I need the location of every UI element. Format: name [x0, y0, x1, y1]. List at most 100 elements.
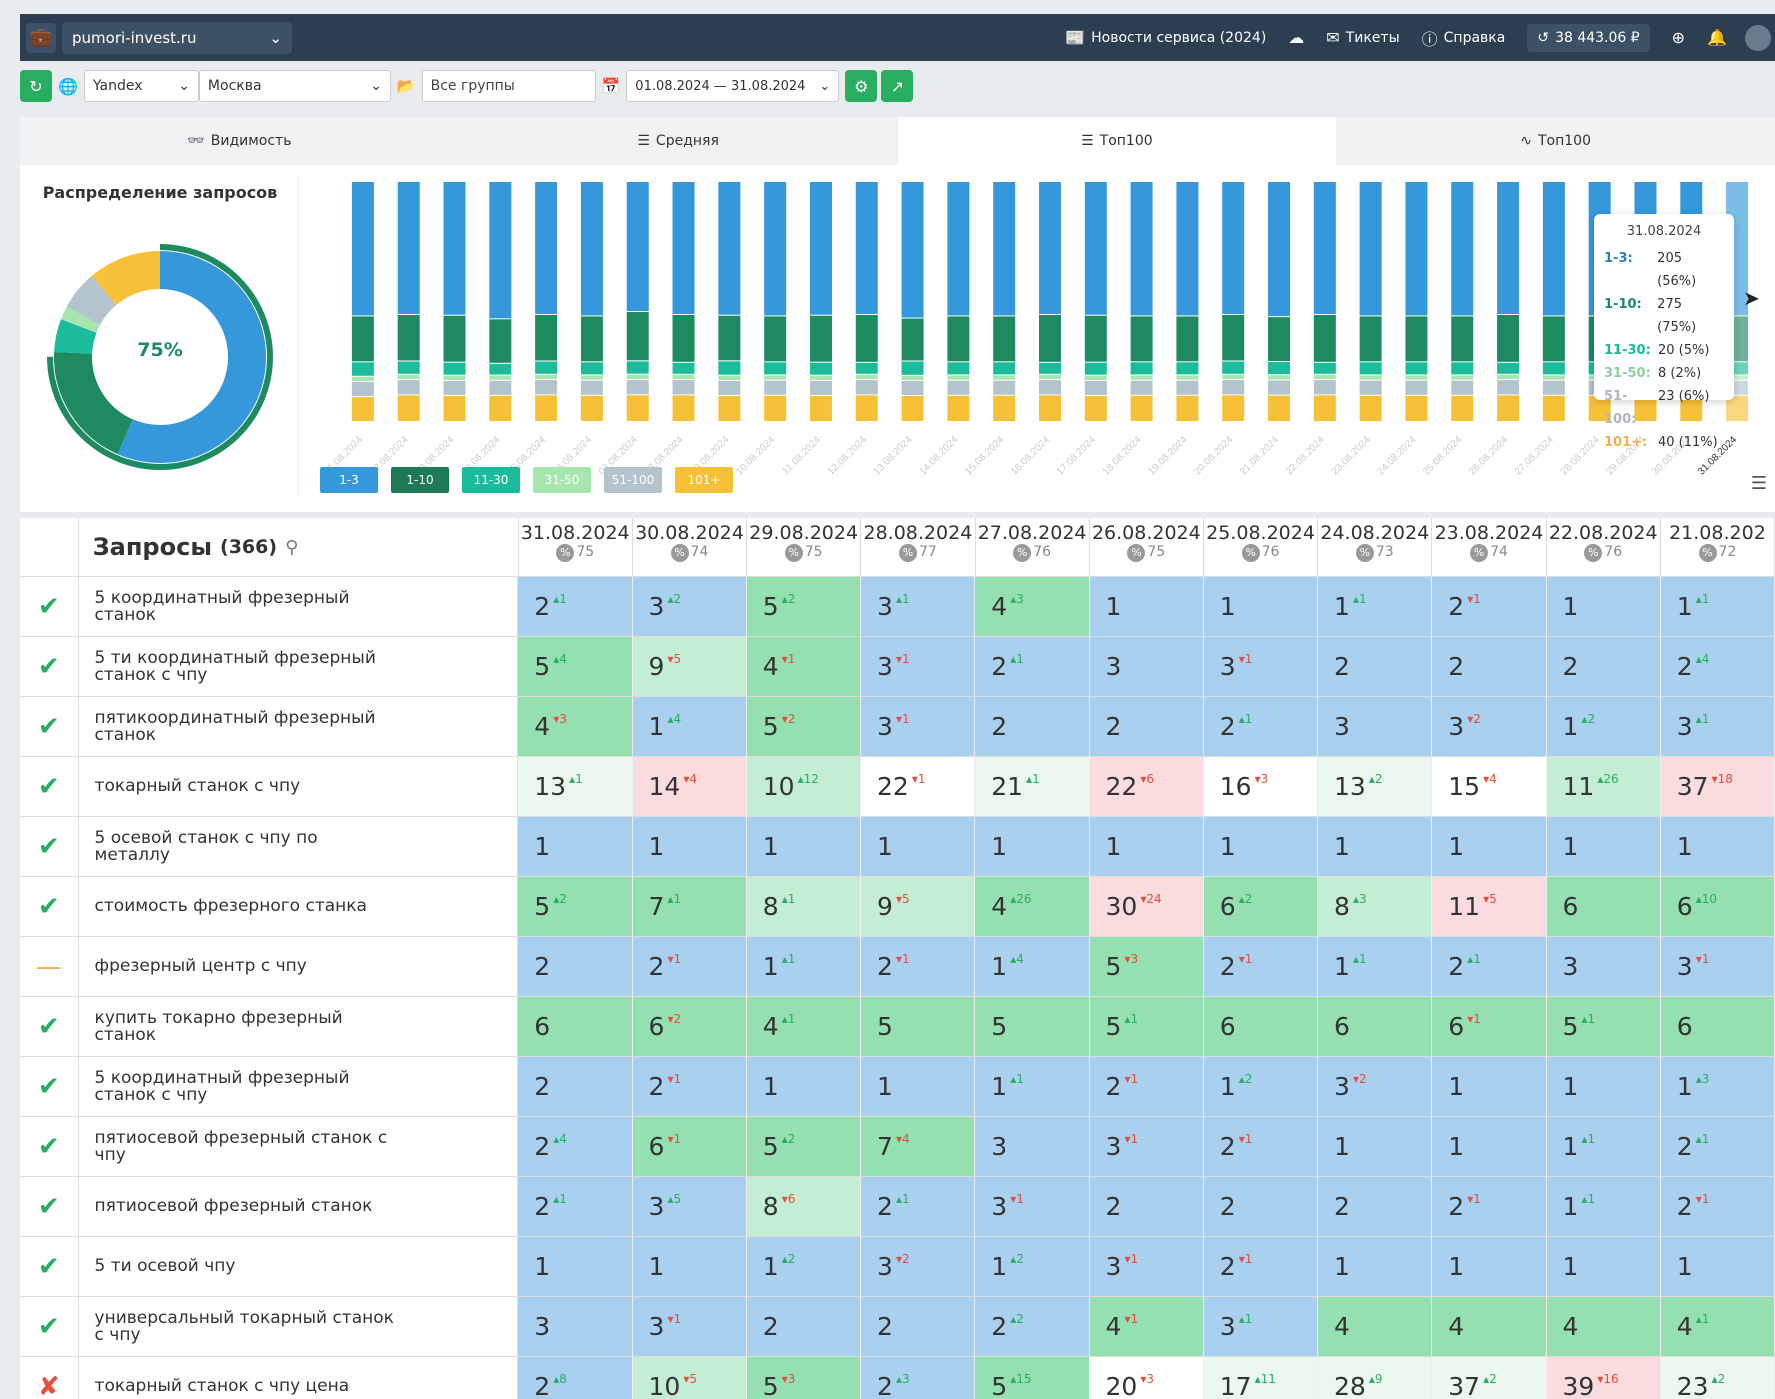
- position-cell[interactable]: 2 ▾1: [1203, 1237, 1319, 1296]
- position-cell[interactable]: 6: [1318, 997, 1433, 1056]
- position-cell[interactable]: 1: [1546, 1237, 1661, 1296]
- header-date-col[interactable]: 23.08.2024% 74: [1432, 518, 1547, 576]
- position-cell[interactable]: 1: [746, 817, 862, 876]
- position-cell[interactable]: 3 ▾1: [1203, 637, 1319, 696]
- tab-top100-lines[interactable]: ∿ Топ100: [1336, 117, 1775, 165]
- bar-11-30-02.08.2024[interactable]: [397, 361, 420, 374]
- add-button[interactable]: ⊕: [1672, 28, 1685, 47]
- hamburger-menu-icon[interactable]: ☰: [1751, 473, 1767, 494]
- bar-101+-11.08.2024[interactable]: [809, 395, 832, 421]
- bar-1-3-09.08.2024[interactable]: [718, 182, 741, 315]
- position-cell[interactable]: 5 ▴4: [518, 637, 633, 696]
- position-cell[interactable]: 1: [1660, 817, 1775, 876]
- bar-101+-15.08.2024[interactable]: [993, 395, 1016, 421]
- bar-31-50-22.08.2024[interactable]: [1313, 374, 1336, 380]
- table-row[interactable]: ✔ пятикоординатный фрезерный станок 4 ▾3 1 ▴4…: [20, 697, 1775, 757]
- bar-11-30-01.08.2024[interactable]: [351, 362, 374, 376]
- bar-1-10-12.08.2024[interactable]: [855, 314, 878, 362]
- bar-51-100-05.08.2024[interactable]: [535, 380, 558, 395]
- position-cell[interactable]: 3 ▾2: [1432, 697, 1547, 756]
- position-cell[interactable]: 6: [1660, 997, 1775, 1056]
- position-cell[interactable]: 2 ▾1: [1203, 1117, 1319, 1176]
- tickets-link[interactable]: ✉ Тикеты: [1326, 28, 1399, 47]
- bar-1-3-07.08.2024[interactable]: [626, 182, 649, 311]
- position-cell[interactable]: 5 ▴2: [746, 1117, 862, 1176]
- position-cell[interactable]: 1: [1089, 817, 1204, 876]
- position-cell[interactable]: 2: [518, 1057, 633, 1116]
- bar-11-30-18.08.2024[interactable]: [1130, 362, 1153, 375]
- bar-31-50-04.08.2024[interactable]: [489, 375, 512, 380]
- bar-101+-13.08.2024[interactable]: [901, 395, 924, 421]
- bar-101+-18.08.2024[interactable]: [1130, 395, 1153, 421]
- position-cell[interactable]: 6: [518, 997, 633, 1056]
- cloud-button[interactable]: ☁: [1288, 28, 1304, 47]
- position-cell[interactable]: 2: [1203, 1177, 1319, 1236]
- position-cell[interactable]: 6 ▴2: [1203, 877, 1319, 936]
- position-cell[interactable]: 5 ▾2: [746, 697, 862, 756]
- bar-51-100-22.08.2024[interactable]: [1313, 380, 1336, 395]
- bar-1-10-22.08.2024[interactable]: [1313, 314, 1336, 362]
- position-cell[interactable]: 2 ▴1: [975, 637, 1090, 696]
- bar-31-50-08.08.2024[interactable]: [672, 374, 695, 380]
- position-cell[interactable]: 1 ▴1: [746, 937, 862, 996]
- bar-11-30-03.08.2024[interactable]: [443, 362, 466, 375]
- bar-11-30-06.08.2024[interactable]: [580, 362, 603, 375]
- bar-1-3-20.08.2024[interactable]: [1222, 182, 1245, 314]
- position-cell[interactable]: 1: [1546, 577, 1661, 636]
- bar-101+-09.08.2024[interactable]: [718, 395, 741, 421]
- position-cell[interactable]: 2: [1318, 637, 1433, 696]
- position-cell[interactable]: 7 ▾4: [861, 1117, 976, 1176]
- position-cell[interactable]: 2: [1546, 637, 1661, 696]
- bar-51-100-21.08.2024[interactable]: [1268, 380, 1291, 395]
- bar-101+-14.08.2024[interactable]: [947, 395, 970, 421]
- bar-101+-19.08.2024[interactable]: [1176, 395, 1199, 421]
- position-cell[interactable]: 2 ▾1: [861, 937, 976, 996]
- table-row[interactable]: ✔ 5 ти осевой чпу 1 1 1 ▴2 3 ▾2 1 ▴2 3 ▾1 2 ▾1 1 1 1 1: [20, 1237, 1775, 1297]
- position-cell[interactable]: 7 ▴1: [632, 877, 747, 936]
- bar-51-100-10.08.2024[interactable]: [764, 380, 787, 395]
- position-cell[interactable]: 17 ▴11: [1203, 1357, 1319, 1399]
- bar-101+-25.08.2024[interactable]: [1451, 395, 1474, 421]
- bar-1-3-21.08.2024[interactable]: [1268, 182, 1291, 317]
- query-text[interactable]: токарный станок с чпу: [79, 757, 519, 816]
- position-cell[interactable]: 1: [1432, 1117, 1547, 1176]
- bar-51-100-09.08.2024[interactable]: [718, 380, 741, 395]
- bar-51-100-20.08.2024[interactable]: [1222, 380, 1245, 395]
- position-cell[interactable]: 1: [975, 817, 1090, 876]
- bar-31-50-21.08.2024[interactable]: [1268, 375, 1291, 380]
- table-row[interactable]: ✔ 5 координатный фрезерный станок 2 ▴1 3 ▴2 5 ▴…: [20, 577, 1775, 637]
- bar-1-10-09.08.2024[interactable]: [718, 315, 741, 361]
- bar-31-50-10.08.2024[interactable]: [764, 375, 787, 380]
- position-cell[interactable]: 3 ▾1: [861, 697, 976, 756]
- position-cell[interactable]: 3: [518, 1297, 633, 1356]
- position-cell[interactable]: 6 ▾2: [632, 997, 747, 1056]
- query-text[interactable]: токарный станок с чпу цена: [79, 1357, 519, 1399]
- bar-31-50-11.08.2024[interactable]: [809, 375, 832, 380]
- bar-11-30-24.08.2024[interactable]: [1405, 362, 1428, 375]
- bar-101+-17.08.2024[interactable]: [1084, 395, 1107, 421]
- query-text[interactable]: 5 ти координатный фрезерный станок с чпу: [79, 637, 519, 696]
- position-cell[interactable]: 2: [1089, 1177, 1204, 1236]
- position-cell[interactable]: 2 ▾1: [1203, 937, 1319, 996]
- position-cell[interactable]: 8 ▴3: [1318, 877, 1433, 936]
- donut-slice-31-50[interactable]: [60, 306, 101, 334]
- header-date-col[interactable]: 30.08.2024% 74: [633, 518, 748, 576]
- bar-101+-03.08.2024[interactable]: [443, 395, 466, 421]
- bar-31-50-14.08.2024[interactable]: [947, 375, 970, 380]
- position-cell[interactable]: 1: [1432, 817, 1547, 876]
- bar-51-100-07.08.2024[interactable]: [626, 380, 649, 395]
- position-cell[interactable]: 4 ▾1: [1089, 1297, 1204, 1356]
- query-text[interactable]: стоимость фрезерного станка: [79, 877, 519, 936]
- position-cell[interactable]: 5: [975, 997, 1090, 1056]
- position-cell[interactable]: 4 ▴3: [975, 577, 1090, 636]
- bar-1-3-04.08.2024[interactable]: [489, 182, 512, 319]
- position-cell[interactable]: 3: [1546, 937, 1661, 996]
- bar-101+-20.08.2024[interactable]: [1222, 395, 1245, 421]
- bar-101+-05.08.2024[interactable]: [535, 395, 558, 421]
- position-cell[interactable]: 23 ▴2: [1660, 1357, 1775, 1399]
- bar-1-10-05.08.2024[interactable]: [535, 314, 558, 361]
- position-cell[interactable]: 4: [1546, 1297, 1661, 1356]
- position-cell[interactable]: 37 ▾18: [1660, 757, 1775, 816]
- position-cell[interactable]: 5 ▴2: [518, 877, 633, 936]
- position-cell[interactable]: 9 ▾5: [861, 877, 976, 936]
